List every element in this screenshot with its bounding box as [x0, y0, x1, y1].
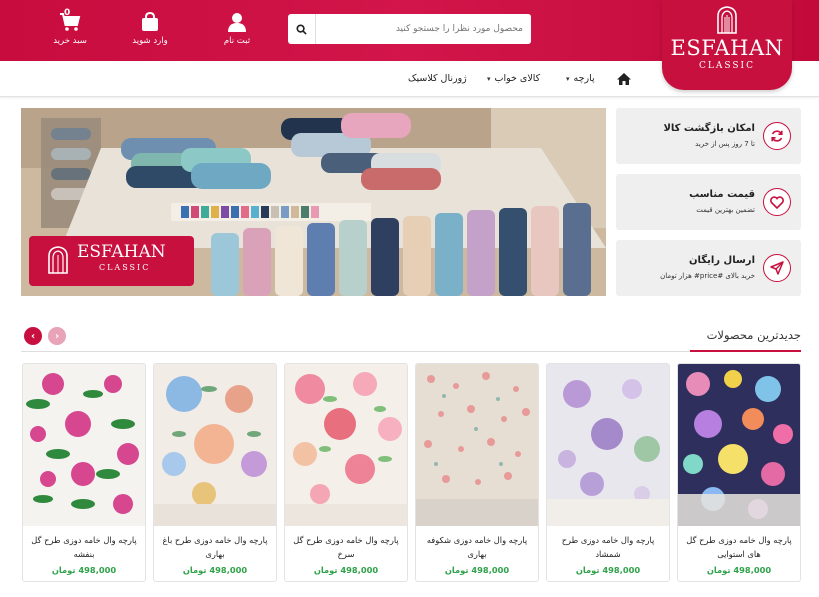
product-price: 498,000 تومان	[575, 565, 641, 575]
section-title-underline	[690, 350, 801, 352]
hero-banner[interactable]: ESFAHAN CLASSIC	[21, 108, 606, 296]
feature-subtitle: تضمین بهترین قیمت	[696, 206, 755, 214]
heart-icon	[763, 188, 791, 216]
product-card[interactable]: پارچه وال خامه دوزی طرح باغ بهاری 498,00…	[153, 363, 277, 582]
feature-price: قیمت مناسب تضمین بهترین قیمت	[616, 174, 801, 230]
feature-title: امکان بازگشت کالا	[663, 123, 755, 134]
search-input[interactable]	[317, 14, 531, 44]
cart-count-badge: 0	[64, 8, 71, 18]
logo-name: ESFAHAN	[670, 36, 784, 60]
home-icon[interactable]	[617, 73, 631, 85]
product-card[interactable]: پارچه وال خامه دوزی طرح گل های استوایی 4…	[677, 363, 801, 582]
product-price: 498,000 تومان	[444, 565, 510, 575]
hero-logo-name: ESFAHAN	[77, 242, 166, 262]
palace-logo-icon	[717, 6, 737, 34]
palace-logo-icon	[48, 246, 68, 274]
nav-item-label: پارچه	[573, 73, 595, 84]
shopping-bag-icon	[142, 12, 158, 31]
product-name: پارچه وال خامه دوزی طرح شمشاد	[561, 535, 655, 559]
register-label: ثبت نام	[223, 36, 251, 46]
product-name: پارچه وال خامه دوزی طرح باغ بهاری	[162, 535, 268, 559]
send-icon	[763, 254, 791, 282]
product-image	[678, 364, 800, 526]
product-image	[547, 364, 669, 526]
nav-item-bedding[interactable]: کالای خواب▾	[487, 73, 540, 84]
nav-item-label: ژورنال کلاسیک	[408, 73, 467, 84]
feature-shipping: ارسال رایگان خرید بالای #price# هزار توم…	[616, 240, 801, 296]
refresh-icon	[763, 122, 791, 150]
feature-title: قیمت مناسب	[689, 189, 755, 200]
search-button[interactable]	[288, 14, 316, 44]
product-name: پارچه وال خامه دوزی طرح گل سرخ	[293, 535, 399, 559]
product-image	[154, 364, 276, 526]
product-card[interactable]: پارچه وال خامه دوزی طرح شمشاد 498,000 تو…	[546, 363, 670, 582]
section-divider	[21, 351, 801, 352]
feature-returns: امکان بازگشت کالا تا 7 روز پس از خرید	[616, 108, 801, 164]
section-title: جدیدترین محصولات	[706, 328, 801, 342]
product-image	[416, 364, 538, 526]
login-label: وارد شوید	[132, 36, 168, 46]
chevron-right-icon: ›	[54, 330, 60, 342]
product-card[interactable]: پارچه وال خامه دوزی شکوفه بهاری 498,000 …	[415, 363, 539, 582]
feature-title: ارسال رایگان	[689, 255, 755, 266]
product-price: 498,000 تومان	[706, 565, 772, 575]
product-price: 498,000 تومان	[182, 565, 248, 575]
carousel-prev-button[interactable]: ‹	[24, 327, 42, 345]
product-price: 498,000 تومان	[51, 565, 117, 575]
product-card[interactable]: پارچه وال خامه دوزی طرح گل سرخ 498,000 ت…	[284, 363, 408, 582]
hero-logo-subtitle: CLASSIC	[99, 263, 151, 272]
chevron-down-icon: ▾	[487, 75, 491, 83]
nav-item-fabric[interactable]: پارچه▾	[566, 73, 595, 84]
cart-link[interactable]: 0 سبد خرید	[35, 8, 105, 46]
product-name: پارچه وال خامه دوزی طرح گل های استوایی	[686, 535, 792, 559]
chevron-down-icon: ▾	[566, 75, 570, 83]
login-link[interactable]: وارد شوید	[115, 10, 185, 46]
hero-logo-badge: ESFAHAN CLASSIC	[29, 236, 194, 286]
carousel-next-button[interactable]: ›	[48, 327, 66, 345]
search-icon	[296, 23, 307, 35]
product-name: پارچه وال خامه دوزی شکوفه بهاری	[426, 535, 528, 559]
product-price: 498,000 تومان	[313, 565, 379, 575]
search-box	[288, 14, 531, 44]
nav-item-label: کالای خواب	[494, 73, 541, 84]
register-link[interactable]: ثبت نام	[202, 10, 272, 46]
feature-subtitle: خرید بالای #price# هزار تومان	[660, 272, 755, 280]
product-name: پارچه وال خامه دوزی طرح گل بنفشه	[31, 535, 137, 559]
product-image	[23, 364, 145, 526]
chevron-left-icon: ‹	[30, 330, 36, 342]
feature-subtitle: تا 7 روز پس از خرید	[695, 140, 755, 148]
product-image	[285, 364, 407, 526]
user-icon	[228, 13, 246, 32]
product-card[interactable]: پارچه وال خامه دوزی طرح گل بنفشه 498,000…	[22, 363, 146, 582]
main-nav: پارچه▾ کالای خواب▾ ژورنال کلاسیک	[0, 61, 819, 97]
nav-item-journal[interactable]: ژورنال کلاسیک	[408, 73, 467, 84]
cart-label: سبد خرید	[53, 36, 87, 46]
